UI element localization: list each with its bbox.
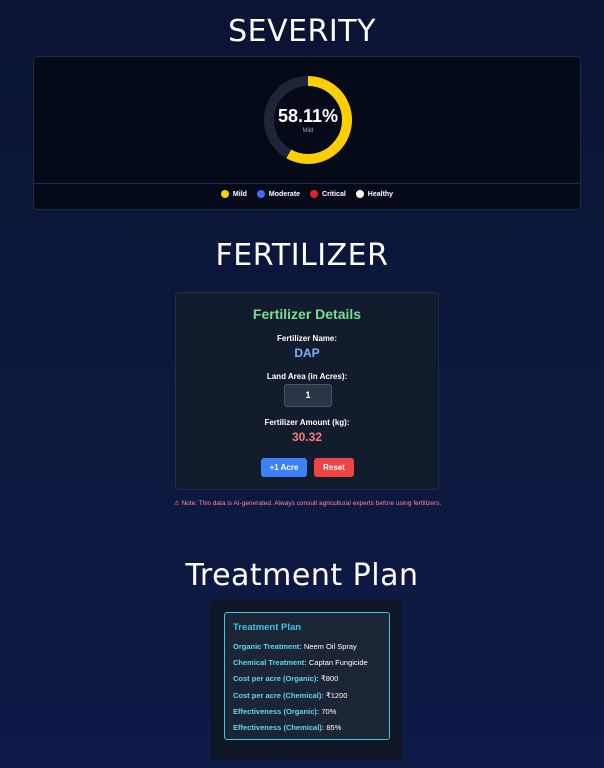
legend-dot-healthy [355, 190, 364, 198]
severity-legend: Mild Moderate Critical Healthy [34, 190, 580, 198]
severity-divider [34, 183, 580, 184]
fertilizer-name-value: DAP [294, 346, 320, 360]
fertilizer-title: FERTILIZER [215, 238, 389, 273]
treatment-value: ₹1200 [325, 690, 348, 700]
legend-label-mild: Mild [232, 190, 247, 198]
treatment-value: 70% [321, 706, 337, 716]
treatment-key: Effectiveness (Organic): [233, 706, 320, 716]
legend-item-critical[interactable]: Critical [310, 190, 346, 198]
fertilizer-amount-value: 30.32 [291, 430, 323, 444]
severity-level-label: Mild [302, 128, 314, 134]
severity-percent: 58.11% [277, 106, 339, 126]
treatment-value: Neem Oil Spray [303, 642, 357, 651]
treatment-value: ₹800 [320, 674, 339, 684]
legend-dot-moderate [256, 190, 265, 198]
treatment-container: Treatment Plan Organic Treatment: Neem O… [211, 600, 402, 760]
treatment-heading: Treatment Plan [233, 622, 302, 633]
treatment-row-chemical: Chemical Treatment: Captan Fungicide [233, 655, 381, 671]
fertilizer-amount-label: Fertilizer Amount (kg): [264, 418, 350, 427]
add-acre-button[interactable]: +1 Acre [261, 458, 307, 477]
ai-note-text: Note: This data is AI-generated. Always … [181, 500, 442, 507]
fertilizer-card: Fertilizer Details Fertilizer Name: DAP … [175, 292, 439, 490]
treatment-value: 85% [326, 723, 342, 733]
ai-note: ⚠ Note: This data is AI-generated. Alway… [170, 499, 445, 508]
fertilizer-heading: Fertilizer Details [252, 306, 362, 322]
legend-item-moderate[interactable]: Moderate [256, 190, 301, 198]
land-area-label: Land Area (in Acres): [266, 372, 348, 381]
treatment-row-cost-organic: Cost per acre (Organic): ₹800 [233, 671, 381, 687]
reset-button[interactable]: Reset [314, 458, 354, 477]
treatment-key: Cost per acre (Organic): [233, 674, 319, 684]
legend-dot-mild [220, 190, 229, 198]
severity-title: SEVERITY [228, 14, 376, 49]
treatment-row-cost-chemical: Cost per acre (Chemical): ₹1200 [233, 688, 381, 704]
treatment-row-organic: Organic Treatment: Neem Oil Spray [233, 639, 381, 655]
treatment-row-effect-organic: Effectiveness (Organic): 70% [233, 704, 381, 720]
severity-gauge: 58.11% Mild [260, 72, 356, 168]
legend-dot-critical [310, 190, 319, 198]
fertilizer-name-label: Fertilizer Name: [276, 334, 338, 343]
legend-label-critical: Critical [322, 190, 346, 198]
treatment-key: Cost per acre (Chemical): [233, 690, 324, 700]
treatment-key: Organic Treatment: [233, 642, 302, 651]
treatment-row-effect-chemical: Effectiveness (Chemical): 85% [233, 720, 381, 736]
treatment-title: Treatment Plan [185, 558, 419, 593]
treatment-card: Treatment Plan Organic Treatment: Neem O… [224, 612, 390, 740]
legend-label-healthy: Healthy [367, 190, 394, 198]
legend-item-healthy[interactable]: Healthy [355, 190, 394, 198]
treatment-key: Chemical Treatment: [233, 658, 307, 668]
severity-card: 58.11% Mild Mild Moderate Critical Healt… [33, 56, 581, 210]
treatment-key: Effectiveness (Chemical): [233, 723, 325, 733]
legend-label-moderate: Moderate [268, 190, 301, 198]
land-area-input[interactable]: 1 [284, 384, 332, 407]
warning-icon: ⚠ [173, 500, 180, 507]
treatment-value: Captan Fungicide [308, 658, 368, 668]
legend-item-mild[interactable]: Mild [220, 190, 247, 198]
